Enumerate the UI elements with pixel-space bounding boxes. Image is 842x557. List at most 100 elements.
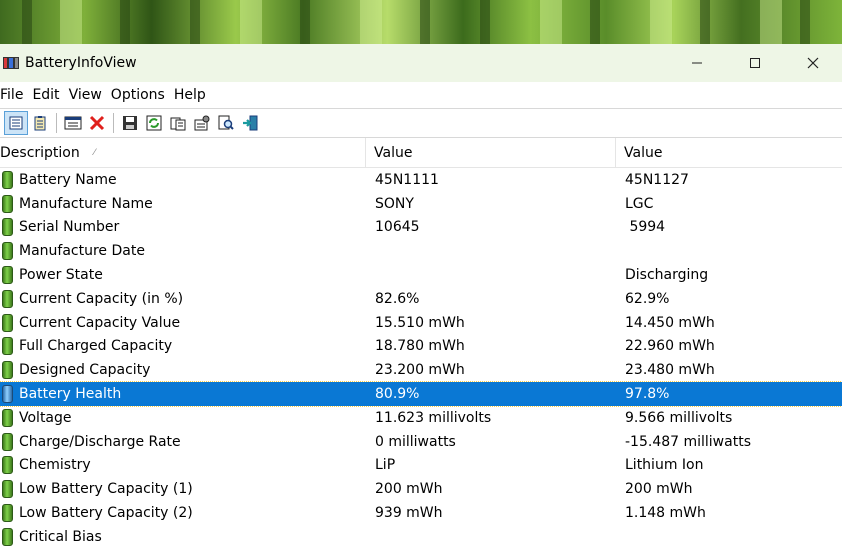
description-cell: Critical Bias [0, 525, 366, 549]
description-cell: Battery Health [0, 382, 366, 406]
table-row[interactable]: Current Capacity Value 15.510 mWh 14.450 m… [0, 311, 842, 335]
menu-options[interactable]: Options [111, 87, 174, 103]
table-row[interactable]: Battery Health 80.9% 97.8% [0, 381, 842, 407]
description-text: Chemistry [19, 457, 91, 474]
copy-button[interactable] [166, 111, 190, 135]
description-text: Manufacture Name [19, 195, 153, 212]
description-cell: Manufacture Date [0, 239, 366, 263]
battery-icon [2, 480, 13, 499]
description-cell: Full Charged Capacity [0, 335, 366, 359]
toolbar-separator [113, 113, 114, 133]
menu-bar: File Edit View Options Help [0, 82, 842, 108]
description-text: Battery Name [19, 171, 117, 188]
column-header-value-1[interactable]: Value [366, 138, 616, 168]
battery-info-view-button[interactable] [4, 111, 28, 135]
refresh-icon [146, 115, 162, 131]
table-row[interactable]: Charge/Discharge Rate 0 milliwatts -15.487… [0, 430, 842, 454]
exit-icon [243, 115, 258, 131]
table-row[interactable]: Serial Number 10645 5994 [0, 216, 842, 240]
table-row[interactable]: Chemistry LiP Lithium Ion [0, 454, 842, 478]
battery-info-list[interactable]: Description ⁄ Value Value Battery Name 45… [0, 138, 842, 549]
value-2-cell [616, 525, 842, 549]
table-row[interactable]: Critical Bias [0, 525, 842, 549]
value-2-cell: 1.148 mWh [625, 505, 706, 522]
table-row[interactable]: Manufacture Name SONY LGC [0, 192, 842, 216]
menu-help[interactable]: Help [174, 87, 215, 103]
battery-icon [2, 527, 13, 546]
value-2-cell: 62.9% [625, 290, 670, 307]
save-button[interactable] [118, 111, 142, 135]
value-1-cell: 939 mWh [375, 505, 443, 522]
description-cell: Current Capacity (in %) [0, 287, 366, 311]
window-title: BatteryInfoView [25, 55, 137, 71]
value-1-cell: 80.9% [375, 386, 420, 403]
table-row[interactable]: Voltage 11.623 millivolts 9.566 millivolts [0, 406, 842, 430]
column-header-value-2[interactable]: Value [616, 138, 842, 168]
desktop-wallpaper [0, 0, 842, 44]
exit-button[interactable] [238, 111, 262, 135]
description-cell: Chemistry [0, 454, 366, 478]
app-icon [3, 57, 19, 69]
find-button[interactable] [214, 111, 238, 135]
table-row[interactable]: Full Charged Capacity 18.780 mWh 22.960 mW… [0, 335, 842, 359]
value-2-cell: 9.566 millivolts [625, 409, 733, 426]
value-1-cell: 11.623 millivolts [375, 409, 492, 426]
properties-window-button[interactable] [61, 111, 85, 135]
copy-icon [170, 117, 186, 131]
battery-icon [2, 432, 13, 451]
maximize-button[interactable] [726, 44, 784, 82]
description-text: Serial Number [19, 219, 120, 236]
description-cell: Manufacture Name [0, 192, 366, 216]
value-2-cell: 200 mWh [625, 481, 693, 498]
battery-icon [2, 408, 13, 427]
battery-icon [2, 313, 13, 332]
description-text: Designed Capacity [19, 362, 151, 379]
title-bar[interactable]: BatteryInfoView [0, 44, 842, 82]
value-1-cell [366, 525, 616, 549]
value-1-cell: 200 mWh [375, 481, 443, 498]
description-cell: Battery Name [0, 168, 366, 192]
description-text: Manufacture Date [19, 243, 145, 260]
options-button[interactable] [190, 111, 214, 135]
menu-file[interactable]: File [0, 87, 32, 103]
refresh-button[interactable] [142, 111, 166, 135]
properties-window-icon [64, 116, 82, 130]
table-row[interactable]: Manufacture Date [0, 239, 842, 263]
value-2-cell: 23.480 mWh [625, 362, 715, 379]
value-1-cell: 18.780 mWh [375, 338, 465, 355]
value-2-cell: 45N1127 [625, 171, 689, 188]
table-row[interactable]: Low Battery Capacity (1) 200 mWh 200 mWh [0, 477, 842, 501]
description-text: Battery Health [19, 386, 122, 403]
value-2-cell: Discharging [625, 267, 709, 284]
description-cell: Voltage [0, 406, 366, 430]
description-text: Charge/Discharge Rate [19, 433, 181, 450]
minimize-button[interactable] [668, 44, 726, 82]
table-row[interactable]: Current Capacity (in %) 82.6% 62.9% [0, 287, 842, 311]
value-2-cell [616, 239, 842, 263]
close-button[interactable] [784, 44, 842, 82]
description-text: Current Capacity Value [19, 314, 181, 331]
value-1-cell: SONY [375, 195, 414, 212]
table-row[interactable]: Designed Capacity 23.200 mWh 23.480 mWh [0, 358, 842, 382]
column-header-label: Value [624, 145, 663, 161]
value-1-cell: 45N1111 [375, 171, 439, 188]
value-2-cell: 97.8% [625, 386, 670, 403]
table-row[interactable]: Low Battery Capacity (2) 939 mWh 1.148 mWh [0, 501, 842, 525]
description-text: Voltage [19, 409, 72, 426]
value-2-cell: Lithium Ion [625, 457, 704, 474]
delete-button[interactable] [85, 111, 109, 135]
description-text: Full Charged Capacity [19, 338, 173, 355]
table-row[interactable]: Power State Discharging [0, 263, 842, 287]
column-header-description[interactable]: Description ⁄ [0, 138, 366, 168]
column-header-label: Value [374, 145, 413, 161]
menu-view[interactable]: View [69, 87, 111, 103]
options-icon [194, 115, 210, 131]
value-2-cell: 5994 [625, 219, 666, 236]
toolbar-separator [56, 113, 57, 133]
table-row[interactable]: Battery Name 45N1111 45N1127 [0, 168, 842, 192]
battery-icon [2, 361, 13, 380]
list-header: Description ⁄ Value Value [0, 138, 842, 168]
value-2-cell: 14.450 mWh [625, 314, 715, 331]
menu-edit[interactable]: Edit [32, 87, 68, 103]
battery-log-view-button[interactable] [28, 111, 52, 135]
